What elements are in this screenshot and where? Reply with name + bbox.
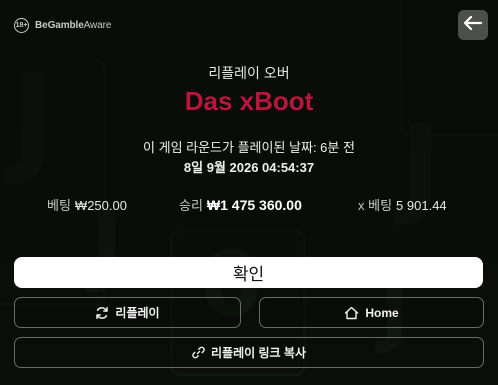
begambleaware-text: BeGambleAware [35,20,112,31]
bet-stat: 베팅 ₩250.00 [47,195,127,214]
replay-icon [95,306,109,320]
replay-button[interactable]: 리플레이 [14,297,241,328]
home-button[interactable]: Home [259,297,484,328]
confirm-button[interactable]: 확인 [14,257,483,288]
win-label: 승리 [179,198,203,213]
replay-over-dialog: 18+ BeGambleAware 리플레이 오버 Das xBoot 이 게임… [0,0,498,385]
played-time-text: 이 게임 라운드가 플레이된 날짜: 6분 전 [143,140,355,155]
win-value: ₩1 475 360.00 [206,197,302,213]
link-icon [192,346,205,359]
multiplier-stat: x 베팅 5 901.44 [358,195,447,214]
back-button[interactable] [458,10,488,40]
replay-button-label: 리플레이 [115,306,160,320]
bet-value: ₩250.00 [74,198,127,213]
round-stats: 베팅 ₩250.00 승리 ₩1 475 360.00 x 베팅 5 901.4… [0,195,498,215]
back-arrow-icon [463,15,483,35]
win-stat: 승리 ₩1 475 360.00 [179,195,302,214]
multiplier-value: 5 901.44 [396,198,447,213]
played-datetime: 8일 9월 2026 04:54:37 [183,160,315,175]
multiplier-label: x 베팅 [358,198,393,213]
home-icon [344,306,359,320]
age-18-badge: 18+ [14,18,29,33]
game-title: Das xBoot [184,86,314,116]
replay-over-subtitle: 리플레이 오버 [208,65,290,81]
copy-link-label: 리플레이 링크 복사 [211,346,306,360]
copy-replay-link-button[interactable]: 리플레이 링크 복사 [14,337,484,368]
home-button-label: Home [365,305,399,320]
begambleaware-logo[interactable]: 18+ BeGambleAware [14,18,111,33]
bet-label: 베팅 [47,198,71,213]
